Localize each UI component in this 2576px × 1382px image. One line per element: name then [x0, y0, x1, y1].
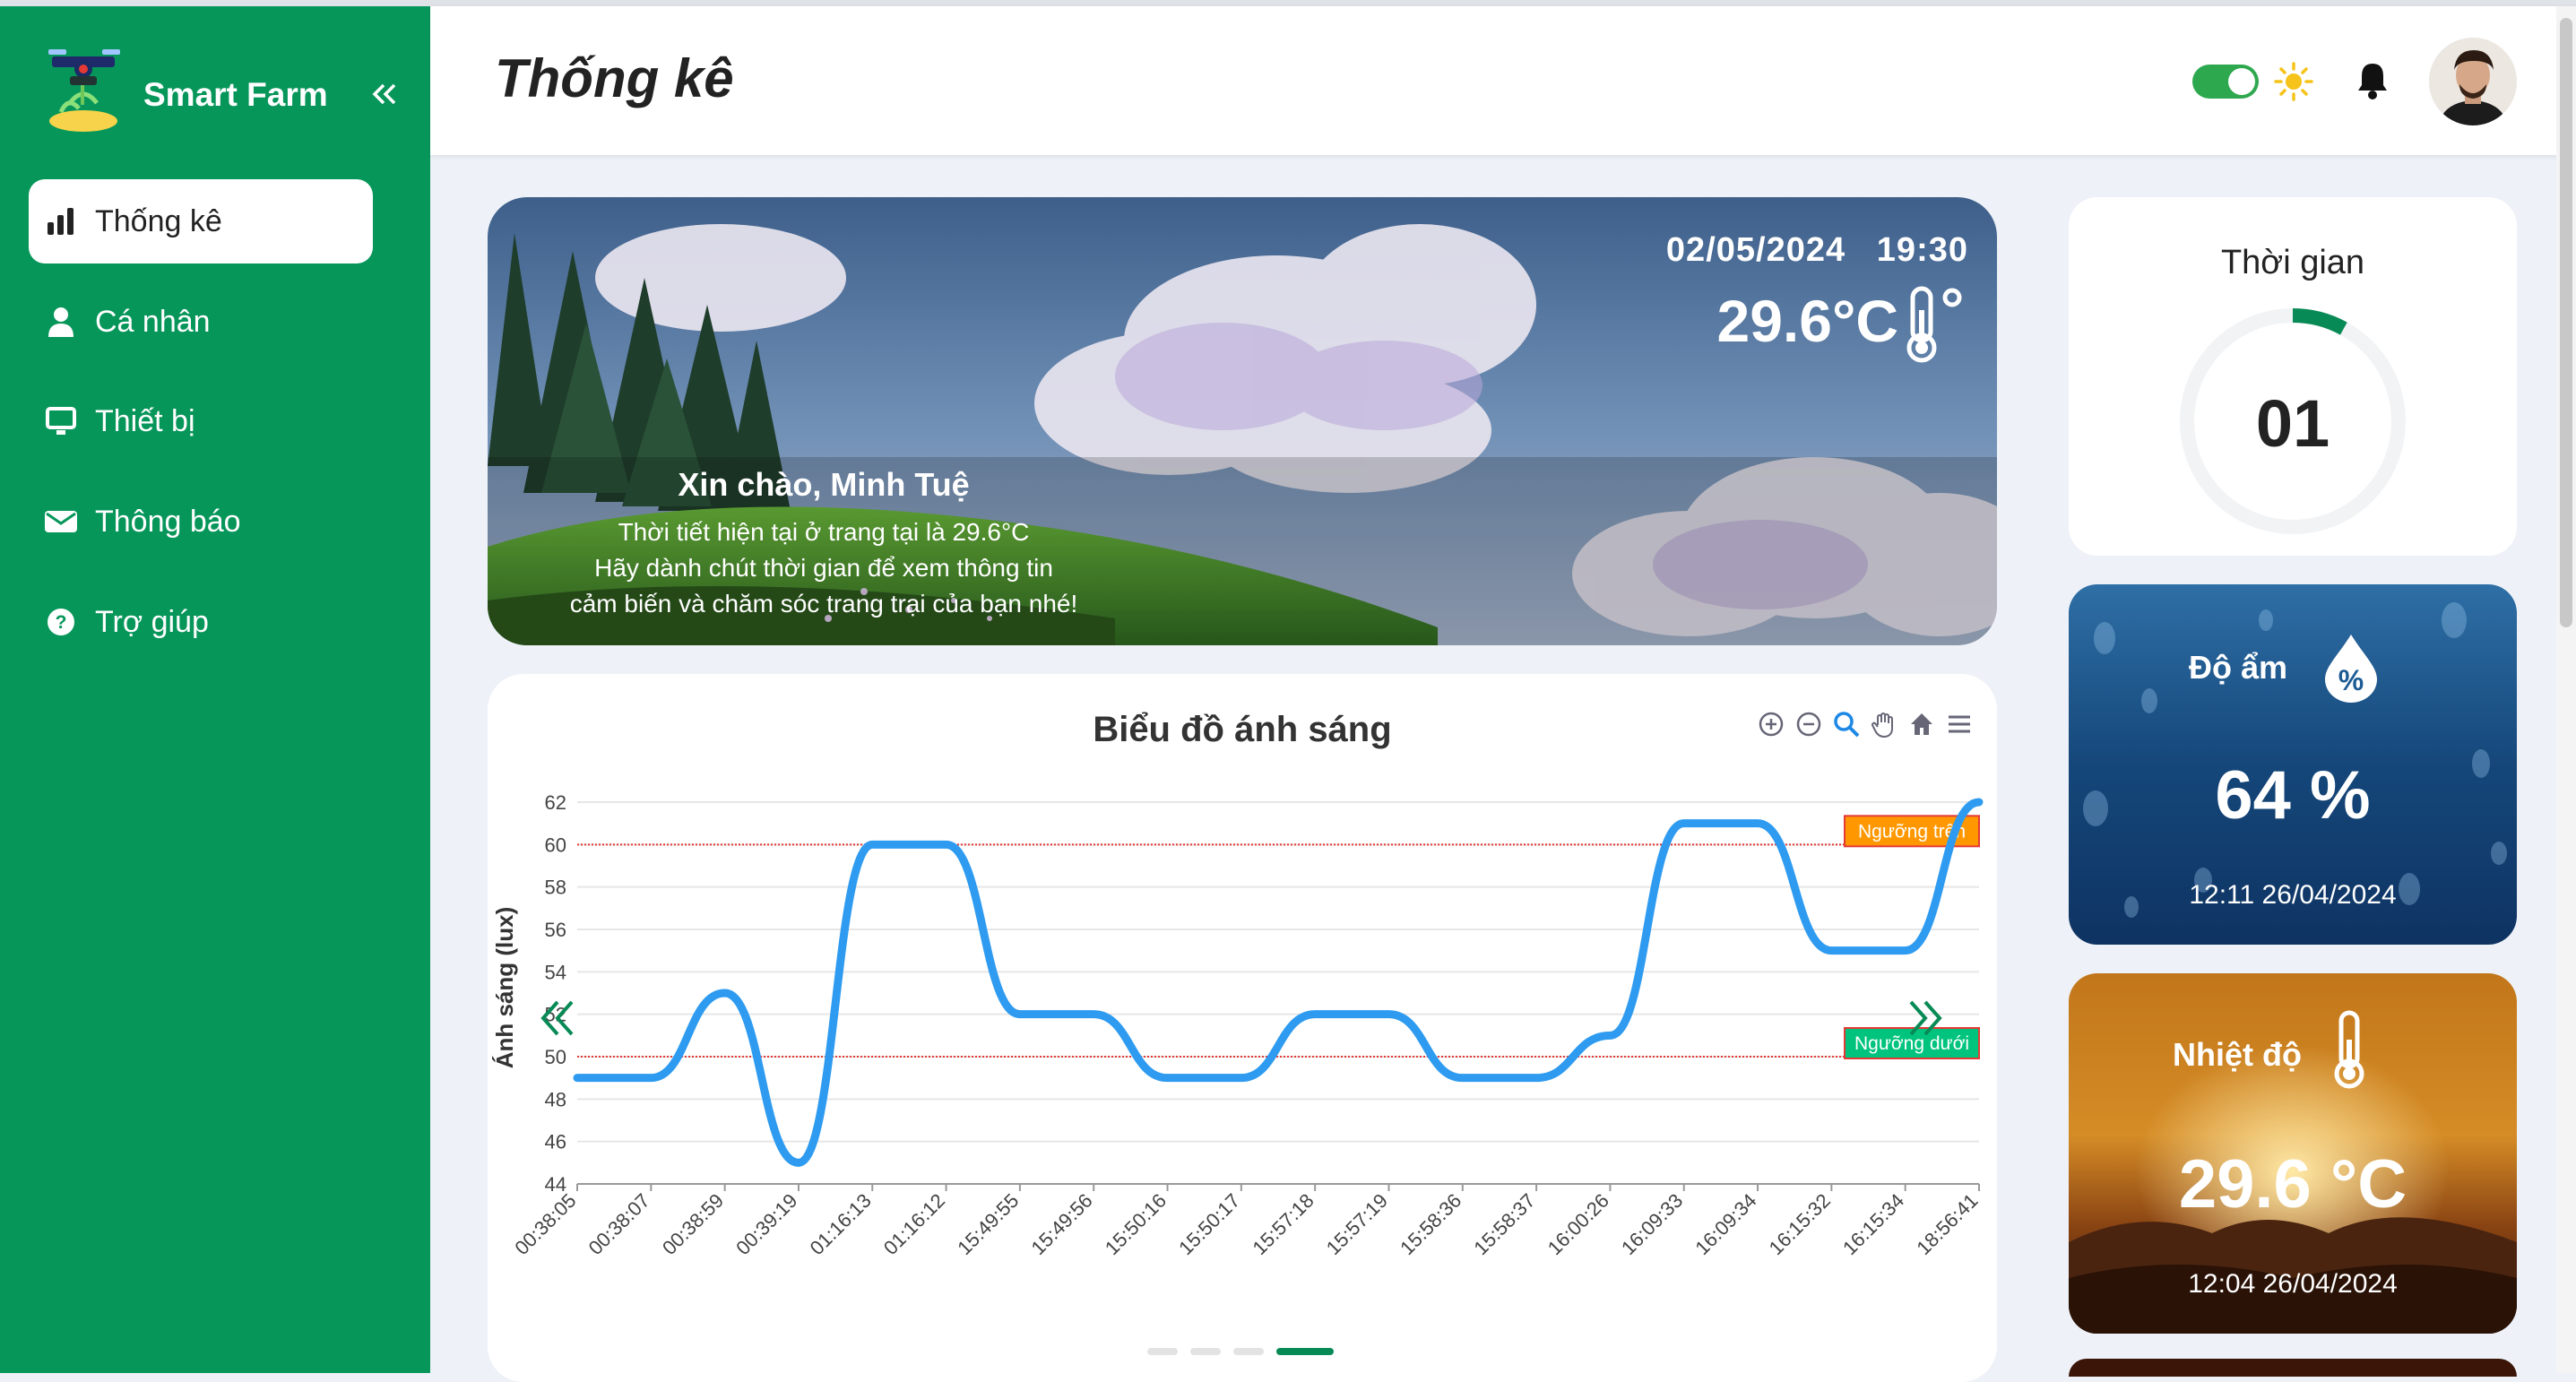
sidebar-item-thong-bao[interactable]: Thông báo: [29, 479, 373, 564]
temperature-value: 29.6 °C: [2178, 1146, 2407, 1222]
x-tick-label: 00:38:07: [584, 1189, 654, 1259]
humidity-timestamp: 12:11 26/04/2024: [2189, 880, 2397, 910]
thermometer-icon: [2329, 1009, 2370, 1092]
theme-toggle[interactable]: [2192, 65, 2259, 99]
hero-datetime: 02/05/2024 19:30: [1666, 231, 1968, 270]
chart-prev-arrow-icon[interactable]: [536, 997, 579, 1040]
sidebar-item-label: Thông báo: [95, 504, 241, 539]
x-tick-label: 16:15:34: [1838, 1189, 1908, 1259]
sidebar: Smart Farm Thống kê Cá nhân Thiết bị Thô…: [0, 6, 430, 1373]
x-tick-label: 00:38:59: [658, 1189, 728, 1259]
greeting-line-1: Thời tiết hiện tại ở trang tại là 29.6°C: [618, 518, 1030, 546]
thermometer-icon: [1898, 283, 1970, 364]
bell-icon[interactable]: [2352, 59, 2393, 100]
humidity-value: 64 %: [2215, 757, 2371, 834]
y-tick-label: 48: [545, 1088, 566, 1110]
y-tick-label: 46: [545, 1131, 566, 1153]
scrollbar-thumb[interactable]: [2560, 18, 2572, 627]
weather-hero-banner: 02/05/2024 19:30 29.6°C Xin chào, Minh T…: [488, 197, 1997, 645]
greeting-line-2: Hãy dành chút thời gian để xem thông tin: [594, 554, 1053, 582]
greeting-line-3: cảm biến và chăm sóc trang trại của bạn …: [569, 590, 1078, 618]
x-tick-label: 16:15:32: [1765, 1189, 1835, 1259]
x-tick-label: 16:09:33: [1617, 1189, 1687, 1259]
envelope-icon: [45, 505, 77, 538]
sidebar-item-ca-nhan[interactable]: Cá nhân: [29, 280, 373, 364]
light-chart-card: 44 46 48 50 52 54 56 58 60 62 00:38:05 00:38:07 00:…: [488, 674, 1997, 1382]
user-icon: [45, 306, 77, 338]
next-card-partial: [2069, 1359, 2517, 1377]
chart-toolbar: [1757, 710, 1974, 739]
hero-time: 19:30: [1876, 231, 1968, 269]
hero-date: 02/05/2024: [1665, 231, 1846, 269]
collapse-sidebar-icon[interactable]: [366, 76, 402, 112]
sidebar-item-thiet-bi[interactable]: Thiết bị: [29, 379, 373, 463]
light-chart[interactable]: 44464850525456586062 00:38:05 00:38:07 00:…: [488, 674, 1997, 1373]
svg-text:%: %: [2338, 664, 2364, 696]
home-reset-icon[interactable]: [1907, 710, 1936, 739]
pagination-dot[interactable]: [1233, 1348, 1264, 1355]
sidebar-item-label: Thiết bị: [95, 403, 195, 438]
y-tick-label: 62: [545, 791, 566, 814]
hero-temperature: 29.6°C: [1716, 288, 1898, 354]
y-axis-title: Ánh sáng (lux): [491, 907, 518, 1069]
x-tick-label: 15:57:18: [1248, 1189, 1318, 1259]
time-card: Thời gian 01: [2069, 197, 2517, 556]
sidebar-item-tro-giup[interactable]: ? Trợ giúp: [29, 580, 373, 664]
humidity-card: Độ ẩm % 64 % 12:11 26/04/2024: [2069, 584, 2517, 945]
time-card-value: 01: [2255, 386, 2330, 461]
y-tick-label: 60: [545, 834, 566, 856]
x-tick-label: 01:16:13: [806, 1189, 876, 1259]
sun-icon[interactable]: [2273, 61, 2314, 102]
x-tick-label: 15:57:19: [1322, 1189, 1392, 1259]
greeting-block: Xin chào, Minh Tuệ Thời tiết hiện tại ở …: [514, 466, 1133, 622]
greeting-title: Xin chào, Minh Tuệ: [678, 466, 970, 503]
temperature-card: Nhiệt độ 29.6 °C 12:04 26/04/2024: [2069, 973, 2517, 1334]
sidebar-item-thong-ke[interactable]: Thống kê: [29, 179, 373, 263]
x-tick-label: 15:58:36: [1396, 1189, 1465, 1259]
page-title: Thống kê: [495, 48, 734, 108]
humidity-label: Độ ẩm: [2189, 649, 2288, 686]
sidebar-item-label: Cá nhân: [95, 304, 211, 339]
magnifier-zoom-icon[interactable]: [1832, 710, 1861, 739]
carousel-pagination: [1147, 1348, 1334, 1355]
pagination-dot[interactable]: [1190, 1348, 1221, 1355]
top-border: [0, 0, 2576, 6]
chart-next-arrow-icon[interactable]: [1904, 997, 1947, 1040]
x-tick-label: 16:09:34: [1690, 1189, 1760, 1259]
series-line: [573, 798, 1984, 1167]
x-tick-label: 16:00:26: [1543, 1189, 1613, 1259]
x-tick-label: 15:49:55: [953, 1189, 1023, 1259]
humidity-drop-icon: %: [2320, 631, 2382, 703]
sidebar-item-label: Thống kê: [95, 203, 222, 238]
monitor-icon: [45, 405, 77, 437]
svg-text:?: ?: [56, 612, 67, 633]
x-tick-label: 01:16:12: [879, 1189, 949, 1259]
help-icon: ?: [45, 606, 77, 638]
pan-hand-icon[interactable]: [1870, 710, 1898, 739]
pagination-dot[interactable]: [1147, 1348, 1178, 1355]
x-tick-label: 18:56:41: [1912, 1189, 1982, 1259]
x-tick-label: 15:50:17: [1174, 1189, 1244, 1259]
x-tick-label: 15:50:16: [1101, 1189, 1171, 1259]
y-tick-label: 58: [545, 877, 566, 899]
pagination-dot-active[interactable]: [1276, 1348, 1334, 1355]
sidebar-item-label: Trợ giúp: [95, 604, 209, 639]
y-tick-label: 56: [545, 919, 566, 941]
y-tick-label: 54: [545, 961, 566, 983]
temperature-timestamp: 12:04 26/04/2024: [2188, 1269, 2398, 1299]
brand-name: Smart Farm: [143, 76, 328, 113]
time-card-title: Thời gian: [2220, 244, 2365, 281]
x-tick-label: 15:58:37: [1469, 1189, 1539, 1259]
zoom-out-icon[interactable]: [1794, 710, 1823, 739]
bar-chart-icon: [45, 205, 77, 238]
temperature-label: Nhiệt độ: [2173, 1036, 2302, 1073]
x-tick-label: 00:39:19: [731, 1189, 801, 1259]
x-tick-label: 00:38:05: [510, 1189, 580, 1259]
chart-menu-icon[interactable]: [1945, 710, 1974, 739]
zoom-in-icon[interactable]: [1757, 710, 1785, 739]
user-avatar[interactable]: [2429, 38, 2517, 125]
smart-farm-logo-icon: [43, 40, 128, 148]
x-tick-label: 15:49:56: [1027, 1189, 1097, 1259]
y-tick-label: 50: [545, 1046, 566, 1068]
